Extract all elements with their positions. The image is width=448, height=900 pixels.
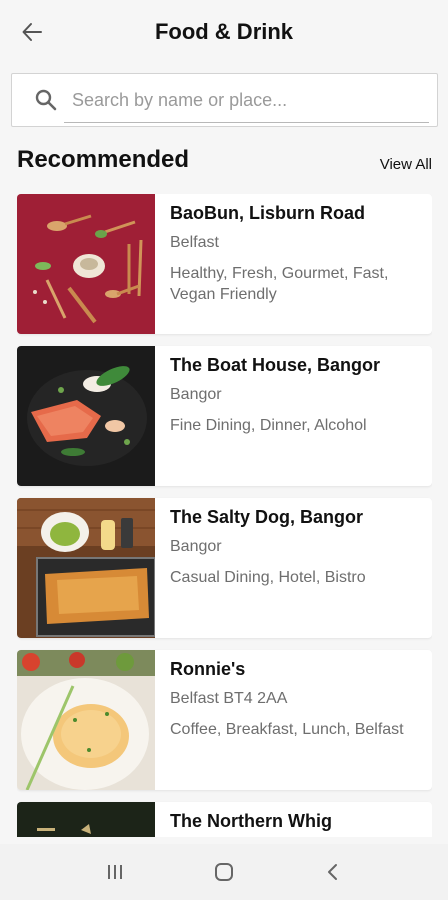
search-input[interactable] <box>72 89 402 111</box>
place-card-boat-house[interactable]: The Boat House, Bangor Bangor Fine Dinin… <box>17 346 432 486</box>
place-name: The Salty Dog, Bangor <box>170 507 364 527</box>
place-info: The Boat House, Bangor Bangor Fine Dinin… <box>155 346 420 486</box>
place-location: Belfast <box>170 234 219 251</box>
place-photo <box>17 194 155 334</box>
search-box[interactable] <box>11 73 438 127</box>
place-info: The Salty Dog, Bangor Bangor Casual Dini… <box>155 498 420 638</box>
place-name: BaoBun, Lisburn Road <box>170 203 365 223</box>
search-icon <box>35 89 57 111</box>
recent-apps-icon <box>107 865 122 879</box>
home-button[interactable] <box>204 852 244 892</box>
place-tags: Healthy, Fresh, Gourmet, Fast, Vegan Fri… <box>170 265 389 303</box>
place-location: Belfast BT4 2AA <box>170 690 288 707</box>
back-icon <box>328 864 338 880</box>
place-location: Bangor <box>170 538 222 555</box>
places-list: BaoBun, Lisburn Road Belfast Healthy, Fr… <box>17 194 432 837</box>
place-card-northern-whig[interactable]: The Northern Whig <box>17 802 432 837</box>
place-location: Bangor <box>170 386 222 403</box>
place-info: The Northern Whig <box>155 802 332 837</box>
system-nav-bar <box>0 844 448 900</box>
place-info: BaoBun, Lisburn Road Belfast Healthy, Fr… <box>155 194 420 334</box>
place-photo <box>17 498 155 638</box>
place-photo <box>17 650 155 790</box>
place-tags: Casual Dining, Hotel, Bistro <box>170 569 366 586</box>
place-info: Ronnie's Belfast BT4 2AA Coffee, Breakfa… <box>155 650 420 790</box>
place-card-ronnies[interactable]: Ronnie's Belfast BT4 2AA Coffee, Breakfa… <box>17 650 432 790</box>
place-photo <box>17 802 155 837</box>
top-app-bar: Food & Drink <box>0 0 448 64</box>
place-name: The Northern Whig <box>170 811 332 831</box>
place-name: Ronnie's <box>170 659 246 679</box>
app-screen: Food & Drink Recommended View All <box>0 0 448 900</box>
page-title: Food & Drink <box>154 19 294 44</box>
place-name: The Boat House, Bangor <box>170 355 381 375</box>
place-photo <box>17 346 155 486</box>
place-tags: Fine Dining, Dinner, Alcohol <box>170 417 367 434</box>
arrow-left-icon <box>22 23 42 41</box>
recent-apps-button[interactable] <box>95 852 135 892</box>
home-icon <box>214 863 233 881</box>
search-underline <box>64 122 429 123</box>
back-button[interactable] <box>18 18 46 46</box>
place-card-salty-dog[interactable]: The Salty Dog, Bangor Bangor Casual Dini… <box>17 498 432 638</box>
place-tags: Coffee, Breakfast, Lunch, Belfast <box>170 721 404 738</box>
section-title: Recommended <box>17 146 190 173</box>
system-back-button[interactable] <box>313 852 353 892</box>
view-all-link[interactable]: View All <box>380 156 432 173</box>
place-card-baobun[interactable]: BaoBun, Lisburn Road Belfast Healthy, Fr… <box>17 194 432 334</box>
